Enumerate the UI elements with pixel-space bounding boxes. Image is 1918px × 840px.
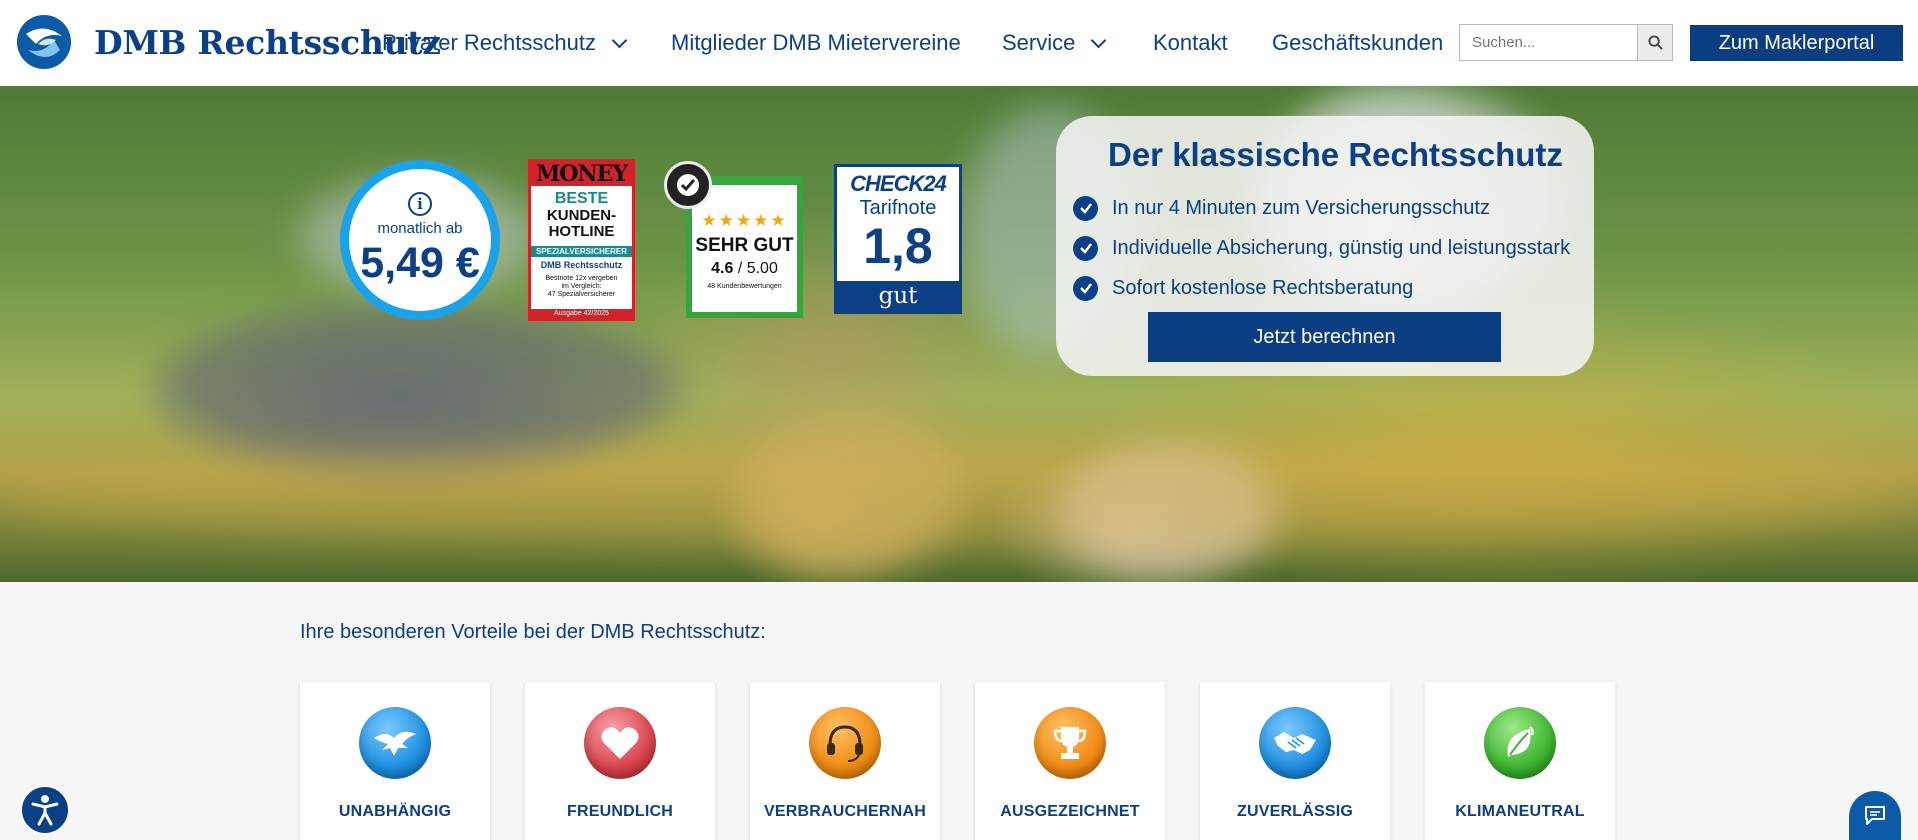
rating-reviews: 48 Kundenbewertungen: [707, 283, 782, 290]
money-category: SPEZIALVERSICHERER: [531, 246, 632, 257]
price-value: 5,49 €: [360, 239, 480, 287]
rating-stars: ★★★★★: [701, 211, 788, 230]
check24-note: 1,8: [863, 218, 933, 274]
nav-label: Privater Rechtsschutz: [382, 30, 596, 55]
nav-label: Kontakt: [1153, 30, 1228, 55]
jetzt-berechnen-button[interactable]: Jetzt berechnen: [1148, 312, 1501, 362]
check-circle-icon: [1073, 195, 1098, 221]
money-detail1: Bestnote 12x vergeben: [545, 275, 618, 282]
checkmark-seal-icon: [664, 161, 712, 209]
site-header: DMB Rechtsschutz Privater Rechtsschutz M…: [0, 0, 1918, 86]
search-icon: [1647, 35, 1663, 50]
headset-icon: [809, 707, 881, 779]
benefit-card-unabhaengig[interactable]: UNABHÄNGIG: [300, 682, 490, 840]
chat-button[interactable]: [1849, 791, 1901, 840]
hero-banner: [0, 86, 1918, 582]
accessibility-icon: [31, 795, 59, 826]
rating-verdict: SEHR GUT: [695, 235, 794, 256]
leaf-icon: [1484, 707, 1556, 779]
search-input[interactable]: [1460, 25, 1637, 60]
check-circle-icon: [1073, 275, 1098, 301]
money-detail2: im Vergleich:: [561, 283, 602, 290]
info-icon[interactable]: i: [408, 192, 432, 216]
check-icon: [677, 174, 699, 196]
money-detail: Bestnote 12x vergeben im Vergleich: 47 S…: [546, 275, 618, 299]
promo-item: In nur 4 Minuten zum Versicherungsschutz: [1073, 188, 1570, 228]
money-line2: KUNDEN-: [546, 207, 617, 224]
chat-icon: [1865, 806, 1885, 825]
money-award-badge: MONEY BESTE KUNDEN- HOTLINE SPEZIALVERSI…: [528, 159, 635, 321]
nav-label: Geschäftskunden: [1272, 30, 1444, 55]
promo-item: Individuelle Absicherung, günstig und le…: [1073, 228, 1570, 268]
nav-service[interactable]: Service: [1002, 30, 1107, 56]
promo-item-text: Sofort kostenlose Rechtsberatung: [1112, 276, 1414, 299]
check24-logo: CHECK24: [850, 171, 947, 196]
benefit-card-verbrauchernah[interactable]: VERBRAUCHERNAH: [750, 682, 940, 840]
money-company: DMB Rechtsschutz: [540, 260, 623, 270]
accessibility-button[interactable]: [20, 785, 70, 835]
promo-item-text: Individuelle Absicherung, günstig und le…: [1112, 236, 1571, 259]
money-issue: Ausgabe 42/2025: [531, 309, 632, 318]
nav-mitglieder[interactable]: Mitglieder DMB Mietervereine: [671, 30, 961, 56]
check24-badge: CHECK24 Tarifnote 1,8 gut: [834, 164, 962, 314]
chevron-down-icon: [1091, 32, 1107, 48]
check24-grade: gut: [837, 281, 959, 311]
chevron-down-icon: [611, 32, 628, 48]
maklerportal-button[interactable]: Zum Maklerportal: [1690, 25, 1903, 61]
nav-label: Mitglieder DMB Mietervereine: [671, 30, 961, 55]
promo-item-text: In nur 4 Minuten zum Versicherungsschutz: [1112, 196, 1490, 219]
promo-item: Sofort kostenlose Rechtsberatung: [1073, 268, 1570, 308]
benefit-label: VERBRAUCHERNAH: [764, 803, 926, 820]
search-button[interactable]: [1637, 25, 1672, 60]
benefit-card-freundlich[interactable]: FREUNDLICH: [525, 682, 715, 840]
dmb-logo-icon: [17, 15, 71, 69]
nav-geschaeftskunden[interactable]: Geschäftskunden: [1272, 30, 1443, 56]
logo[interactable]: DMB Rechtsschutz: [16, 14, 441, 70]
benefit-label: UNABHÄNGIG: [338, 803, 452, 820]
benefit-card-ausgezeichnet[interactable]: AUSGEZEICHNET: [975, 682, 1165, 840]
money-line1: BESTE: [554, 190, 609, 207]
benefit-label: FREUNDLICH: [567, 803, 673, 820]
benefit-label: KLIMANEUTRAL: [1455, 803, 1585, 820]
check-circle-icon: [1073, 235, 1098, 261]
check24-label: Tarifnote: [859, 197, 937, 219]
money-detail3: 47 Spezialversicherer: [547, 291, 616, 298]
nav-privater-rechtsschutz[interactable]: Privater Rechtsschutz: [382, 30, 628, 56]
search-box: [1459, 24, 1673, 61]
benefit-label: ZUVERLÄSSIG: [1237, 803, 1353, 820]
promo-box: Der klassische Rechtsschutz In nur 4 Min…: [1056, 116, 1594, 376]
trophy-icon: [1034, 707, 1106, 779]
rating-score: 4.6: [711, 260, 734, 277]
money-line3: HOTLINE: [548, 223, 615, 240]
nav-label: Service: [1002, 30, 1076, 55]
benefit-card-zuverlaessig[interactable]: ZUVERLÄSSIG: [1200, 682, 1390, 840]
money-brand: MONEY: [531, 161, 632, 187]
handshake-icon: [1259, 707, 1331, 779]
benefit-label: AUSGEZEICHNET: [1000, 803, 1140, 820]
benefits-title: Ihre besonderen Vorteile bei der DMB Rec…: [300, 621, 766, 643]
price-label: monatlich ab: [377, 220, 463, 237]
price-badge[interactable]: i monatlich ab 5,49 €: [340, 160, 500, 320]
hero-bg-blur: [160, 306, 680, 466]
heart-icon: [584, 707, 656, 779]
promo-title: Der klassische Rechtsschutz: [1108, 136, 1563, 173]
hero-bg-blur: [0, 446, 1918, 546]
rating-score-max: / 5.00: [733, 260, 778, 277]
promo-list: In nur 4 Minuten zum Versicherungsschutz…: [1073, 188, 1570, 308]
benefit-card-klimaneutral[interactable]: KLIMANEUTRAL: [1425, 682, 1615, 840]
nav-kontakt[interactable]: Kontakt: [1153, 30, 1228, 56]
rating-score-line: 4.6 / 5.00: [711, 260, 778, 278]
eagle-icon: [359, 707, 431, 779]
